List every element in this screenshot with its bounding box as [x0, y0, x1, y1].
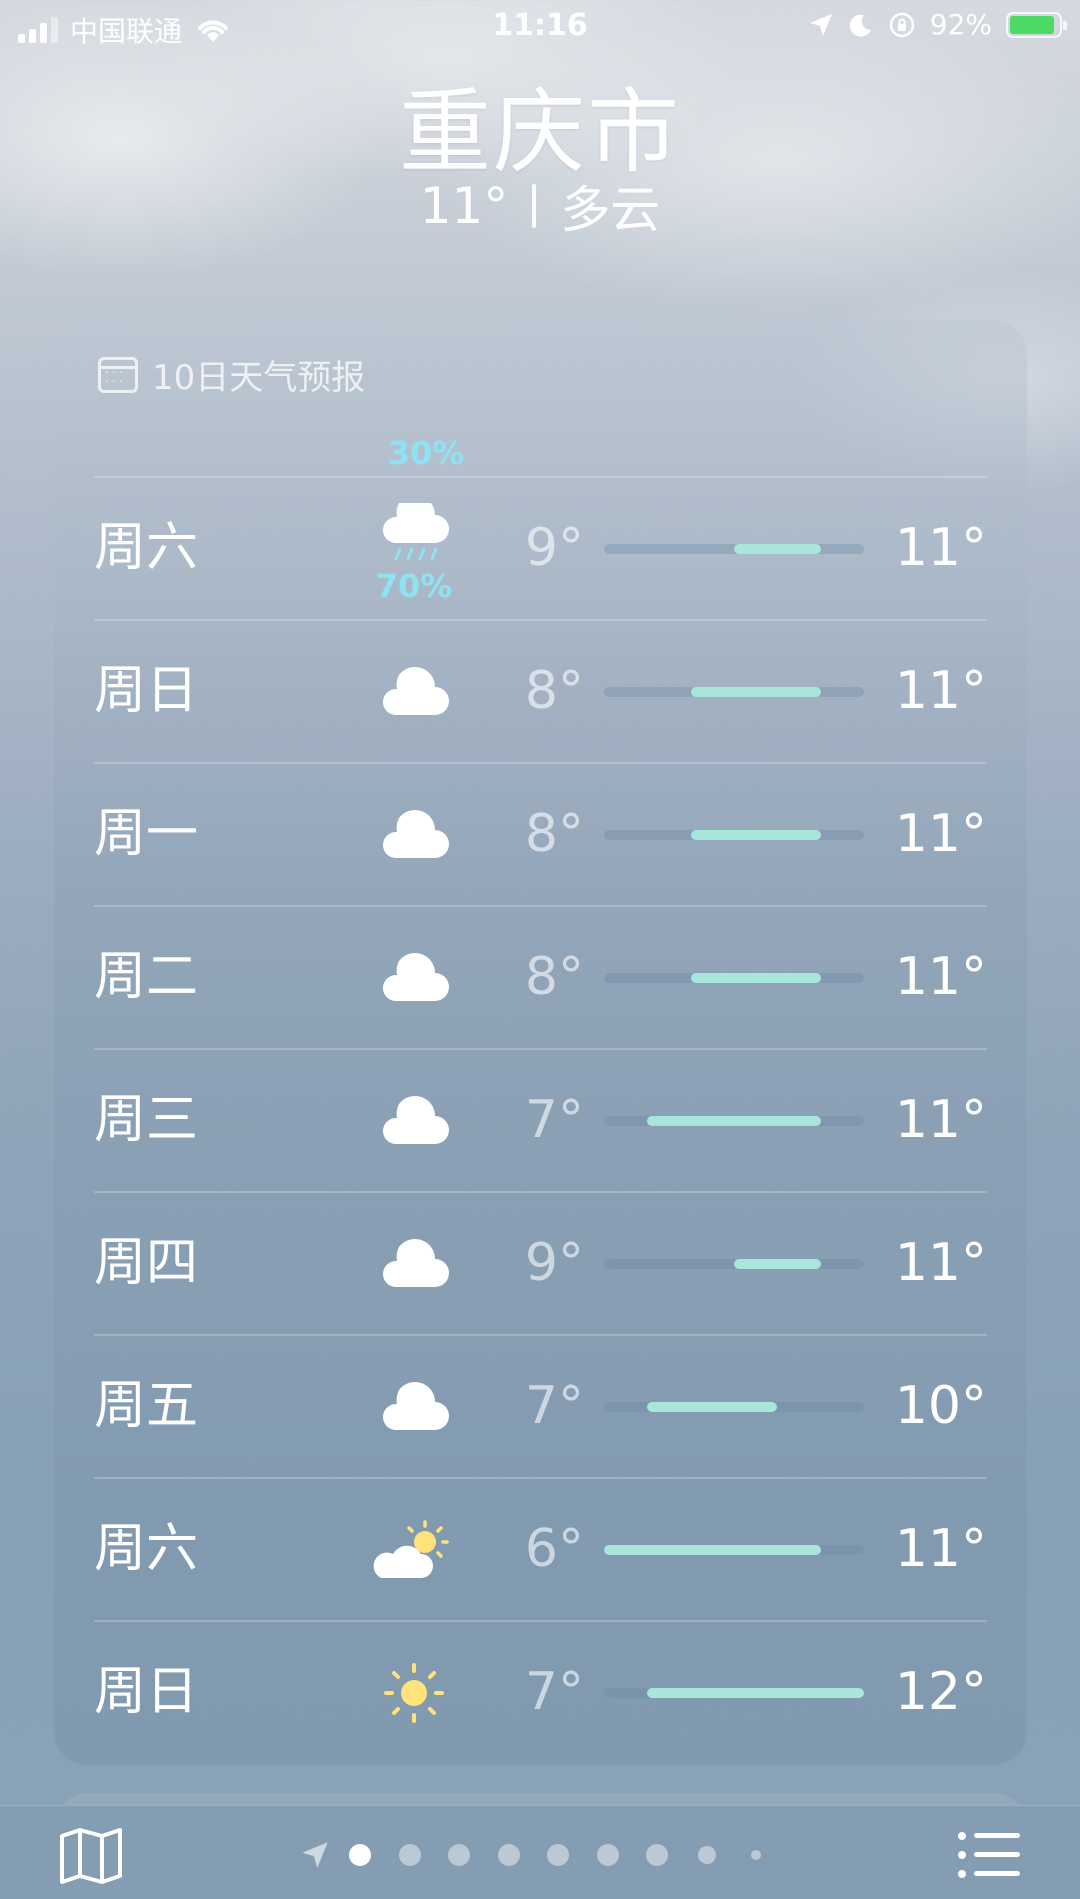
- high-temperature: 12°: [894, 1662, 987, 1722]
- temperature-range-bar: [604, 1688, 864, 1698]
- list-icon[interactable]: [956, 1828, 1022, 1882]
- current-condition: 多云: [560, 181, 661, 239]
- low-temperature: 8°: [524, 947, 584, 1007]
- page-dot[interactable]: [497, 1844, 520, 1866]
- temperature-range-bar: [604, 1545, 864, 1555]
- temperature-range-fill: [690, 687, 821, 697]
- temperature-range-fill: [604, 1545, 821, 1555]
- low-temperature: 8°: [524, 804, 584, 864]
- battery-icon: [1006, 11, 1067, 38]
- forecast-header: 10日天气预报: [98, 350, 365, 399]
- high-temperature: 10°: [894, 1376, 987, 1436]
- temperature-range-bar: [604, 1116, 864, 1126]
- high-temperature: 11°: [894, 518, 987, 578]
- rain-cloud-icon: 70%: [359, 478, 469, 619]
- partly-sunny-icon: [359, 1479, 469, 1620]
- low-temperature: 8°: [524, 661, 584, 721]
- low-temperature: 7°: [524, 1090, 584, 1150]
- forecast-row[interactable]: 周日 7° 12°: [94, 1620, 987, 1763]
- forecast-row[interactable]: 周四 9° 11°: [94, 1191, 987, 1334]
- ten-day-forecast-card[interactable]: 10日天气预报 30% 周六 70% 9° 11° 周日 8° 11° 周一: [54, 320, 1027, 1765]
- page-dot[interactable]: [398, 1844, 421, 1866]
- separator: [532, 184, 537, 228]
- cloud-icon: [359, 764, 469, 905]
- low-temperature: 7°: [524, 1662, 584, 1722]
- page-dot[interactable]: [349, 1844, 371, 1866]
- forecast-row[interactable]: 周六 70% 9° 11°: [94, 476, 987, 619]
- bottom-toolbar: [0, 1805, 1080, 1899]
- low-temperature: 9°: [524, 518, 584, 578]
- temperature-range-bar: [604, 1402, 864, 1412]
- cloud-icon: [359, 907, 469, 1048]
- page-dot[interactable]: [596, 1844, 619, 1866]
- high-temperature: 11°: [894, 1519, 987, 1579]
- calendar-icon: [98, 356, 138, 393]
- day-label: 周二: [94, 947, 199, 1007]
- low-temperature: 6°: [524, 1519, 584, 1579]
- temperature-range-fill: [734, 1259, 821, 1269]
- temperature-range-fill: [734, 544, 821, 554]
- forecast-row[interactable]: 周五 7° 10°: [94, 1334, 987, 1477]
- page-dot[interactable]: [697, 1846, 716, 1864]
- status-bar: 中国联通 11:16 92%: [0, 0, 1080, 56]
- current-temperature: 11°: [419, 177, 509, 235]
- battery-percent: 92%: [929, 8, 992, 41]
- page-dot[interactable]: [646, 1844, 668, 1866]
- forecast-row[interactable]: 周三 7° 11°: [94, 1048, 987, 1191]
- high-temperature: 11°: [894, 947, 987, 1007]
- day-label: 周一: [94, 804, 199, 864]
- page-indicator[interactable]: [0, 1806, 1080, 1899]
- temperature-range-fill: [647, 1688, 864, 1698]
- forecast-title: 10日天气预报: [152, 358, 366, 398]
- rotation-lock-icon: [889, 12, 915, 37]
- day-label: 周四: [94, 1233, 199, 1293]
- cloud-icon: [359, 1193, 469, 1334]
- temperature-range-bar: [604, 544, 864, 554]
- temperature-range-fill: [647, 1116, 821, 1126]
- page-dot[interactable]: [751, 1850, 761, 1860]
- temperature-range-fill: [647, 1402, 778, 1412]
- temperature-range-bar: [604, 687, 864, 697]
- moon-icon: [849, 14, 871, 37]
- day-label: 周五: [94, 1376, 199, 1436]
- status-right: 92%: [808, 8, 1067, 41]
- low-temperature: 9°: [524, 1233, 584, 1293]
- temperature-range-bar: [604, 830, 864, 840]
- forecast-row[interactable]: 周一 8° 11°: [94, 762, 987, 905]
- forecast-row[interactable]: 周日 8° 11°: [94, 619, 987, 762]
- location-arrow-icon: [809, 13, 832, 36]
- low-temperature: 7°: [524, 1376, 584, 1436]
- high-temperature: 11°: [894, 1090, 987, 1150]
- location-page-icon[interactable]: [300, 1840, 330, 1870]
- temperature-range-fill: [690, 830, 821, 840]
- sun-icon: [359, 1622, 469, 1763]
- day-label: 周六: [94, 1519, 199, 1579]
- cloud-icon: [359, 621, 469, 762]
- cloud-icon: [359, 1336, 469, 1477]
- page-dot[interactable]: [448, 1844, 470, 1866]
- forecast-row[interactable]: 周二 8° 11°: [94, 905, 987, 1048]
- day-label: 周六: [94, 518, 199, 578]
- high-temperature: 11°: [894, 804, 987, 864]
- current-summary: 11° 多云: [0, 170, 1080, 242]
- forecast-row[interactable]: 周六 6° 11°: [94, 1477, 987, 1620]
- temperature-range-bar: [604, 973, 864, 983]
- precip-chance: 70%: [375, 567, 453, 605]
- cloud-icon: [359, 1050, 469, 1191]
- partial-forecast-row: 30%: [94, 410, 987, 476]
- high-temperature: 11°: [894, 661, 987, 721]
- temperature-range-bar: [604, 1259, 864, 1269]
- high-temperature: 11°: [894, 1233, 987, 1293]
- precip-chance: 30%: [387, 434, 465, 472]
- page-dot[interactable]: [547, 1844, 569, 1866]
- day-label: 周三: [94, 1090, 199, 1150]
- day-label: 周日: [94, 661, 199, 721]
- temperature-range-fill: [690, 973, 821, 983]
- day-label: 周日: [94, 1662, 199, 1722]
